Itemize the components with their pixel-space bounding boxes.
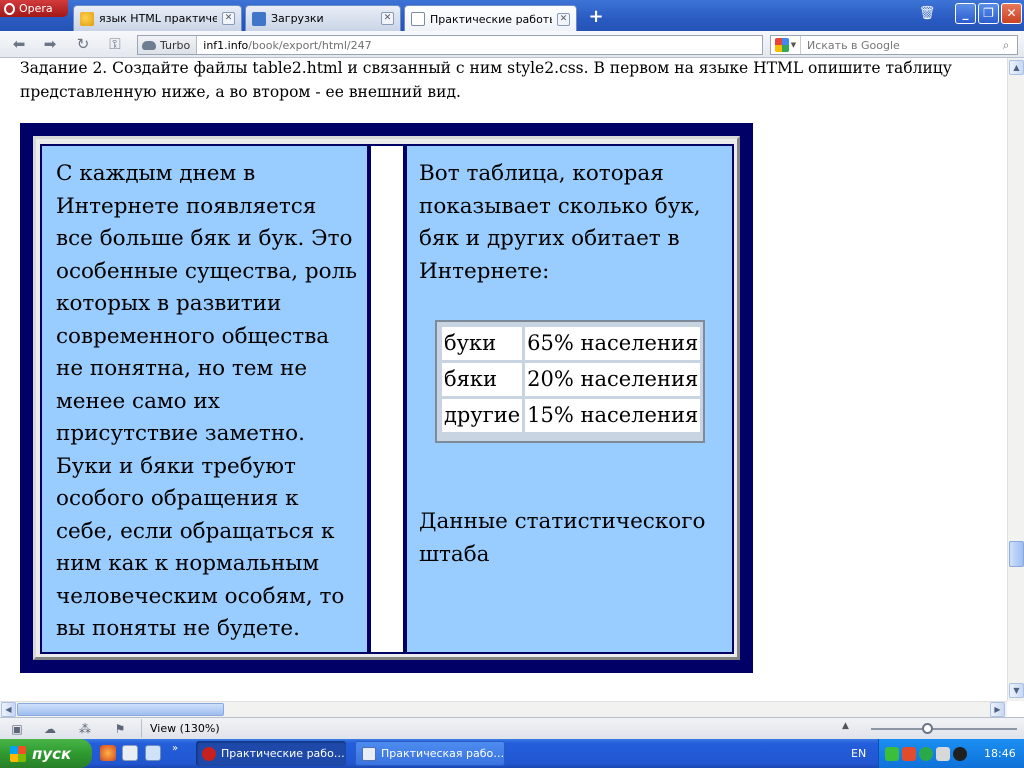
stats-value: 15% населения bbox=[525, 399, 701, 432]
right-cell: Вот таблица, которая показывает сколько … bbox=[405, 144, 734, 654]
chevron-down-icon: ▼ bbox=[790, 41, 797, 49]
page-viewport: Задание 2. Создайте файлы table2.html и … bbox=[0, 58, 1007, 701]
stats-table: буки 65% населения бяки 20% населения др… bbox=[435, 320, 705, 443]
vertical-scroll-thumb[interactable] bbox=[1009, 541, 1024, 567]
stats-name: другие bbox=[442, 399, 523, 432]
task-label: Практические рабо… bbox=[221, 747, 345, 760]
panel-toggle-icon[interactable]: ▣ bbox=[8, 721, 26, 737]
page-icon bbox=[411, 12, 425, 26]
stats-value: 20% населения bbox=[525, 363, 701, 396]
url-text[interactable]: inf1.info/book/export/html/247 bbox=[197, 39, 371, 52]
close-tab-icon[interactable]: ✕ bbox=[381, 12, 394, 25]
scroll-down-icon[interactable]: ▼ bbox=[1009, 683, 1024, 698]
zoom-slider[interactable] bbox=[871, 723, 1017, 734]
search-box[interactable]: ▼ ⌕ bbox=[770, 35, 1018, 55]
table-row: другие 15% населения bbox=[442, 399, 701, 432]
opera-icon bbox=[202, 746, 216, 761]
google-icon bbox=[774, 38, 789, 52]
reload-icon[interactable]: ↻ bbox=[74, 36, 92, 53]
tab-downloads[interactable]: Загрузки ✕ bbox=[245, 5, 401, 31]
url-host: inf1.info bbox=[203, 38, 249, 52]
restore-button[interactable]: ❐ bbox=[978, 3, 999, 24]
search-input[interactable] bbox=[801, 38, 995, 52]
unite-icon[interactable]: ⁂ bbox=[76, 721, 94, 737]
turbo-cloud-icon[interactable]: ☁ bbox=[41, 721, 59, 737]
tab-label: Загрузки bbox=[271, 12, 324, 25]
taskbar-word-window[interactable]: Практическая рабо… bbox=[355, 741, 505, 766]
url-path: /book/export/html/247 bbox=[248, 38, 372, 52]
address-field[interactable]: Turbo inf1.info/book/export/html/247 bbox=[137, 35, 763, 55]
stats-value: 65% населения bbox=[525, 327, 701, 360]
address-toolbar: ⬅ ➡ ↻ ⚿ Turbo inf1.info/book/export/html… bbox=[0, 31, 1024, 58]
tab-label: Практические работы … bbox=[430, 12, 552, 26]
status-bar: ▣ ☁ ⁂ ⚑ View (130%) ▲ bbox=[0, 717, 1024, 739]
turbo-button[interactable]: Turbo bbox=[138, 36, 198, 54]
windows-logo-icon bbox=[10, 745, 26, 762]
left-cell: С каждым днем в Интернете появляется все… bbox=[40, 144, 369, 654]
horizontal-scroll-thumb[interactable] bbox=[17, 703, 224, 716]
start-button[interactable]: пуск bbox=[0, 739, 92, 768]
scroll-right-icon[interactable]: ▶ bbox=[990, 702, 1005, 717]
right-cell-intro: Вот таблица, которая показывает сколько … bbox=[419, 161, 701, 284]
close-window-button[interactable]: ✕ bbox=[1001, 3, 1022, 24]
opera-menu-label: Opera bbox=[19, 2, 53, 15]
zoom-slider-knob[interactable] bbox=[922, 723, 934, 734]
notification-icon[interactable]: ⚑ bbox=[111, 721, 129, 737]
stats-name: бяки bbox=[442, 363, 523, 396]
close-tab-icon[interactable]: ✕ bbox=[557, 12, 570, 26]
document-icon bbox=[362, 746, 376, 761]
clock: 18:46 bbox=[984, 747, 1016, 760]
forward-arrow-icon[interactable]: ➡ bbox=[41, 36, 59, 53]
close-tab-icon[interactable]: ✕ bbox=[222, 12, 235, 25]
tab-practical-works[interactable]: Практические работы … ✕ bbox=[404, 5, 577, 32]
statistics-note: Данные статистического штаба bbox=[419, 509, 706, 567]
stats-name: буки bbox=[442, 327, 523, 360]
task-description: Задание 2. Создайте файлы table2.html и … bbox=[20, 59, 952, 101]
opera-logo-icon bbox=[4, 2, 15, 15]
flag-icon[interactable] bbox=[936, 746, 950, 761]
turbo-label: Turbo bbox=[160, 38, 191, 52]
icq-icon[interactable] bbox=[919, 746, 933, 761]
left-cell-text: С каждым днем в Интернете появляется все… bbox=[56, 161, 357, 641]
start-label: пуск bbox=[32, 744, 72, 763]
chevron-right-icon[interactable]: » bbox=[172, 743, 178, 754]
cloud-icon bbox=[142, 40, 156, 50]
opera-menu-button[interactable]: Opera bbox=[0, 0, 68, 17]
word-icon[interactable] bbox=[122, 745, 138, 761]
trash-icon[interactable]: 🗑 bbox=[918, 6, 936, 22]
antivirus-icon[interactable] bbox=[885, 746, 899, 761]
new-tab-button[interactable]: + bbox=[586, 8, 606, 26]
back-arrow-icon[interactable]: ⬅ bbox=[10, 36, 28, 53]
firefox-icon[interactable] bbox=[100, 745, 116, 761]
search-page-icon bbox=[80, 11, 94, 26]
scroll-up-icon[interactable]: ▲ bbox=[1009, 60, 1024, 75]
middle-cell bbox=[369, 144, 405, 654]
downloads-icon bbox=[252, 11, 266, 26]
tab-bar: Opera язык HTML практическ… ✕ Загрузки ✕… bbox=[0, 0, 1024, 32]
vertical-scrollbar[interactable]: ▲ ▼ bbox=[1007, 58, 1024, 701]
minimize-button[interactable]: _ bbox=[955, 3, 976, 24]
table-row: бяки 20% населения bbox=[442, 363, 701, 396]
system-tray: 18:46 bbox=[878, 739, 1024, 768]
task-label: Практическая рабо… bbox=[381, 747, 505, 760]
network-icon[interactable] bbox=[902, 746, 916, 761]
zoom-label[interactable]: View (130%) bbox=[141, 719, 228, 738]
search-engine-selector[interactable]: ▼ bbox=[771, 36, 801, 54]
horizontal-scrollbar[interactable]: ◀ ▶ bbox=[0, 701, 1007, 717]
scroll-left-icon[interactable]: ◀ bbox=[1, 702, 16, 717]
windows-taskbar: пуск » Практические рабо… Практическая р… bbox=[0, 739, 1024, 768]
example-table-frame: С каждым днем в Интернете появляется все… bbox=[20, 123, 753, 673]
outer-table: С каждым днем в Интернете появляется все… bbox=[33, 136, 740, 660]
key-icon[interactable]: ⚿ bbox=[104, 36, 126, 53]
taskbar-opera-window[interactable]: Практические рабо… bbox=[196, 741, 346, 766]
search-icon[interactable]: ⌕ bbox=[995, 38, 1017, 53]
table-row: буки 65% населения bbox=[442, 327, 701, 360]
zoom-menu-icon[interactable]: ▲ bbox=[842, 721, 849, 731]
tab-label: язык HTML практическ… bbox=[99, 12, 217, 25]
media-icon[interactable] bbox=[953, 746, 967, 761]
language-indicator[interactable]: EN bbox=[851, 747, 866, 760]
tab-html-search[interactable]: язык HTML практическ… ✕ bbox=[73, 5, 242, 31]
show-desktop-icon[interactable] bbox=[145, 745, 161, 761]
